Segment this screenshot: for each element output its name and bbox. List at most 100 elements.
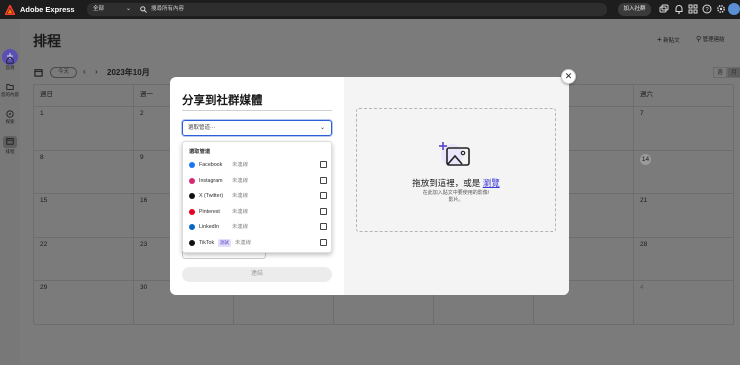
calendar-day-cell[interactable]: 21 — [634, 194, 734, 238]
channel-option-x-twitter[interactable]: X (Twitter) 未連線 — [189, 190, 329, 202]
manage-links-button[interactable]: ⚲ 管理連結 — [696, 35, 725, 43]
previous-month-icon[interactable]: ‹ — [83, 67, 86, 76]
page-title: 排程 — [33, 33, 61, 49]
day-number: 1 — [40, 110, 44, 117]
manage-links-label: 管理連結 — [702, 37, 725, 43]
help-icon[interactable]: ? — [702, 4, 712, 14]
dropzone-title-text: 拖放到這裡，或是 — [412, 178, 481, 188]
calendar-day-cell[interactable]: 8 — [34, 150, 134, 195]
divider — [182, 110, 332, 111]
day-number: 29 — [40, 284, 48, 292]
search-scope-label: 全部 — [93, 6, 105, 12]
calendar-day-cell[interactable]: 28 — [634, 237, 734, 282]
week-view-button[interactable]: 週 — [713, 67, 727, 78]
day-number: 28 — [640, 240, 648, 248]
view-toggle: 週月 — [713, 67, 740, 79]
chevron-down-icon: ⌄ — [319, 125, 325, 131]
home-icon — [6, 56, 14, 64]
chevron-down-icon: ⌄ — [125, 6, 131, 12]
channel-name: LinkedIn — [199, 224, 220, 230]
join-community-button[interactable]: 加入社群 — [618, 3, 651, 16]
browse-link[interactable]: 瀏覽 — [483, 178, 500, 188]
facebook-icon — [189, 162, 195, 168]
channel-checkbox[interactable] — [320, 192, 327, 199]
apps-grid-icon[interactable] — [688, 4, 698, 14]
channel-option-facebook[interactable]: Facebook 未連線 — [189, 159, 329, 171]
rail-item-schedule[interactable]: 排程 — [0, 136, 20, 155]
weekday-header: 週六 — [634, 85, 734, 107]
dropzone-subtitle: 在此加入貼文中要使用的影像/影片。 — [357, 190, 555, 204]
calendar-day-cell[interactable]: 4 — [634, 281, 734, 325]
rail-item-home[interactable]: 首頁 — [0, 56, 20, 71]
media-dropzone[interactable]: 拖放到這裡，或是 瀏覽 在此加入貼文中要使用的影像/影片。 — [356, 108, 556, 232]
channel-name: TikTok — [199, 239, 215, 246]
new-post-button[interactable]: + 新貼文 — [657, 35, 680, 44]
close-icon[interactable]: ✕ — [561, 69, 576, 84]
dropzone-subtitle-line-2: 影片。 — [448, 197, 464, 203]
channel-option-pinterest[interactable]: Pinterest 未連線 — [189, 206, 329, 218]
compass-icon — [6, 110, 14, 118]
search-icon — [140, 6, 147, 13]
day-number: 8 — [40, 153, 44, 161]
day-number: 2 — [140, 110, 144, 117]
bell-icon[interactable] — [674, 4, 684, 14]
next-month-icon[interactable]: › — [95, 67, 98, 76]
channel-name: Pinterest — [199, 208, 220, 215]
day-number: 15 — [40, 197, 48, 205]
calendar-day-cell[interactable]: 29 — [34, 281, 134, 325]
day-number: 9 — [140, 153, 144, 161]
rail-item-your-content[interactable]: 您的內容 — [0, 83, 20, 98]
connect-button[interactable]: 連結 — [182, 267, 332, 282]
rail-item-discover[interactable]: 探索 — [0, 110, 20, 125]
tiktok-icon — [189, 239, 195, 246]
channel-option-instagram[interactable]: Instagram 未連線 — [189, 175, 329, 187]
calendar-day-cell[interactable]: 7 — [634, 107, 734, 151]
adobe-express-logo-icon[interactable] — [4, 3, 16, 15]
search-placeholder: 搜尋所有內容 — [151, 6, 185, 12]
add-image-icon — [439, 142, 470, 166]
month-view-button[interactable]: 月 — [727, 67, 740, 78]
channel-select[interactable]: 選取管道⋯ ⌄ — [182, 120, 332, 136]
calendar-icon[interactable] — [34, 68, 43, 77]
channel-status: 未連線 — [232, 162, 248, 168]
channel-checkbox[interactable] — [320, 161, 327, 168]
dropzone-subtitle-line-1: 在此加入貼文中要使用的影像/ — [422, 190, 490, 196]
gear-icon[interactable] — [716, 4, 726, 14]
today-button[interactable]: 今天 — [50, 67, 77, 78]
channel-checkbox[interactable] — [320, 238, 327, 246]
calendar-day-cell[interactable]: 15 — [34, 194, 134, 238]
instagram-icon — [189, 177, 195, 184]
app-name: Adobe Express — [20, 5, 75, 14]
calendar-day-cell[interactable]: 22 — [34, 237, 134, 282]
calendar-day-cell[interactable]: 1 — [34, 107, 134, 151]
calendar-day-cell[interactable]: 14 — [634, 150, 734, 195]
day-number: 16 — [140, 197, 148, 205]
channel-checkbox[interactable] — [320, 207, 327, 215]
calendar-icon — [3, 136, 17, 148]
channel-option-tiktok[interactable]: TikTok 測試 未連線 — [189, 237, 329, 249]
day-number: 22 — [40, 240, 48, 248]
linkedin-icon — [189, 224, 195, 230]
folder-icon — [6, 84, 14, 90]
channel-name: X (Twitter) — [199, 193, 224, 199]
avatar[interactable] — [728, 3, 740, 15]
search-input[interactable]: 搜尋所有內容 — [135, 3, 607, 16]
channel-status: 未連線 — [235, 239, 251, 246]
search-scope-select[interactable]: 全部 ⌄ — [87, 3, 135, 16]
share-to-social-modal: 分享到社群媒體 選取管道⋯ ⌄ 選取管道 Facebook 未連線 Instagra… — [170, 77, 569, 295]
channel-status: 未連線 — [232, 208, 248, 215]
plus-icon: + — [657, 35, 662, 44]
media-panel: 拖放到這裡，或是 瀏覽 在此加入貼文中要使用的影像/影片。 — [344, 77, 569, 295]
channel-dropdown: 選取管道 Facebook 未連線 Instagram 未連線 X (Twitter) 未… — [182, 141, 332, 253]
pinterest-icon — [189, 208, 195, 215]
channel-checkbox[interactable] — [320, 223, 327, 230]
channel-option-linkedin[interactable]: LinkedIn 未連線 — [189, 221, 329, 233]
rail-item-label: 排程 — [5, 149, 15, 154]
month-label: 2023年10月 — [107, 68, 150, 77]
beta-badge: 測試 — [218, 238, 231, 247]
share-icon[interactable] — [659, 4, 669, 14]
weekday-header: 週日 — [34, 85, 134, 107]
channel-checkbox[interactable] — [320, 176, 327, 184]
day-number: 14 — [640, 153, 651, 165]
day-number: 4 — [640, 284, 644, 292]
